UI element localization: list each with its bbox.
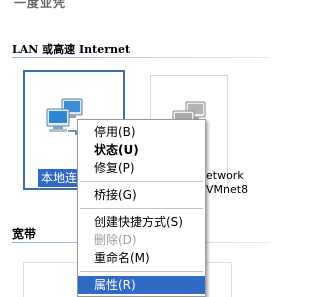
- menu-item-properties[interactable]: 属性(R): [78, 276, 205, 294]
- menu-item-status[interactable]: 状态(U): [78, 141, 205, 159]
- menu-item-bridge[interactable]: 桥接(G): [78, 186, 205, 204]
- section-header-broadband: 宽带: [12, 227, 37, 241]
- menu-item-repair[interactable]: 修复(P): [78, 159, 205, 177]
- connection-label-vmnet8: VMnet8: [206, 183, 249, 196]
- menu-item-disable[interactable]: 停用(B): [78, 123, 205, 141]
- menu-item-delete: 删除(D): [94, 233, 137, 247]
- cut-off-text: 一度业凭: [14, 0, 67, 10]
- menu-separator: [80, 181, 203, 182]
- connection-label-network: etwork: [206, 169, 244, 182]
- menu-separator: [80, 208, 203, 209]
- context-menu: 停用(B) 状态(U) 修复(P) 桥接(G) 创建快捷方式(S) 删除(D) …: [77, 119, 206, 297]
- section-header-lan: LAN 或高速 Internet: [12, 43, 131, 56]
- menu-item-rename[interactable]: 重命名(M): [78, 249, 205, 267]
- menu-separator: [80, 271, 203, 272]
- section-divider: [12, 57, 270, 58]
- connection-label-selected: 本地连: [38, 169, 78, 187]
- menu-item-create-shortcut[interactable]: 创建快捷方式(S): [78, 213, 205, 231]
